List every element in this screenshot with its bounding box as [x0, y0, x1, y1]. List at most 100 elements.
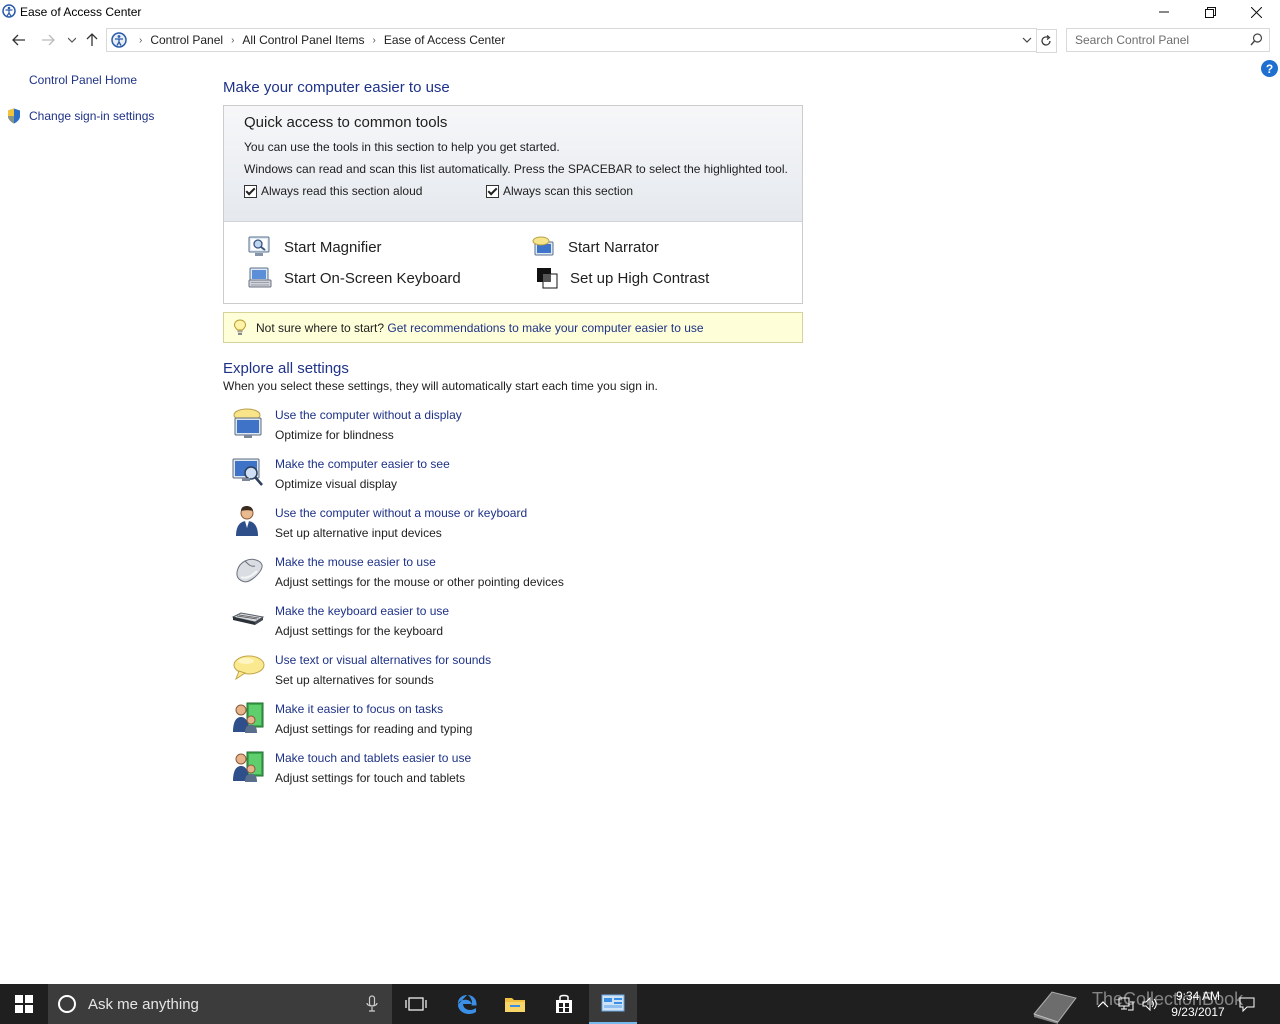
read-aloud-checkbox[interactable]: Always read this section aloud: [244, 184, 422, 198]
quick-access-title: Quick access to common tools: [244, 114, 448, 131]
settings-description: Adjust settings for reading and typing: [275, 722, 473, 736]
explore-heading: Explore all settings: [223, 360, 349, 377]
settings-description: Set up alternatives for sounds: [275, 673, 434, 687]
speech-bubble-icon: [233, 655, 265, 681]
close-icon: [1250, 6, 1262, 18]
restore-icon: [1204, 6, 1216, 18]
help-button[interactable]: ?: [1261, 60, 1278, 77]
chevron-down-icon[interactable]: [1022, 32, 1032, 48]
back-arrow-icon: [12, 34, 25, 46]
settings-link[interactable]: Make the keyboard easier to use: [275, 604, 449, 618]
control-panel-home-link[interactable]: Control Panel Home: [29, 73, 137, 87]
start-narrator-label: Start Narrator: [568, 238, 659, 256]
set-up-high-contrast-label: Set up High Contrast: [570, 269, 710, 287]
restore-button[interactable]: [1187, 0, 1233, 24]
start-on-screen-keyboard-button[interactable]: Start On-Screen Keyboard: [248, 267, 461, 289]
change-sign-in-settings-link[interactable]: Change sign-in settings: [29, 109, 154, 123]
minimize-icon: [1159, 11, 1169, 13]
monitor-speaker-icon: [233, 408, 262, 438]
close-button[interactable]: [1233, 0, 1279, 24]
minimize-button[interactable]: [1141, 0, 1187, 24]
list-item: Use text or visual alternatives for soun…: [231, 649, 831, 693]
settings-link[interactable]: Make the computer easier to see: [275, 457, 450, 471]
page-title: Make your computer easier to use: [223, 79, 450, 96]
clock-date: 9/23/2017: [1171, 1005, 1225, 1019]
address-bar[interactable]: › Control Panel › All Control Panel Item…: [106, 28, 1037, 52]
refresh-button[interactable]: [1036, 29, 1057, 53]
breadcrumb-separator-icon[interactable]: ›: [231, 35, 234, 46]
list-item: Use the computer without a display Optim…: [231, 404, 831, 448]
start-on-screen-keyboard-label: Start On-Screen Keyboard: [284, 269, 461, 287]
edge-browser-button[interactable]: [443, 984, 491, 1024]
magnifier-icon: [248, 236, 270, 256]
store-icon: [556, 994, 572, 1013]
settings-link[interactable]: Make the mouse easier to use: [275, 555, 436, 569]
settings-link[interactable]: Use the computer without a display: [275, 408, 462, 422]
microphone-icon[interactable]: [366, 995, 378, 1013]
start-magnifier-button[interactable]: Start Magnifier: [248, 236, 382, 258]
checkbox-checked-icon[interactable]: [486, 184, 499, 198]
breadcrumb-separator-icon[interactable]: ›: [139, 35, 142, 46]
list-item: Make the computer easier to see Optimize…: [231, 453, 831, 497]
search-icon[interactable]: [1250, 33, 1263, 46]
task-view-button[interactable]: [392, 984, 440, 1024]
scan-section-label: Always scan this section: [503, 184, 634, 198]
cortana-icon: [58, 995, 76, 1013]
windows-logo-icon: [15, 995, 33, 1013]
start-button[interactable]: [0, 984, 48, 1024]
list-item: Make it easier to focus on tasks Adjust …: [231, 698, 831, 742]
breadcrumb-control-panel[interactable]: Control Panel: [150, 33, 223, 47]
people-board-icon: [233, 702, 264, 733]
refresh-icon: [1041, 35, 1051, 46]
ease-of-access-icon: [111, 32, 127, 48]
people-board-icon: [233, 751, 264, 782]
recommendation-tip: Not sure where to start? Get recommendat…: [223, 312, 803, 343]
chevron-down-icon: [68, 37, 76, 43]
forward-button[interactable]: [38, 30, 58, 50]
breadcrumb-all-items[interactable]: All Control Panel Items: [242, 33, 364, 47]
settings-link[interactable]: Use the computer without a mouse or keyb…: [275, 506, 527, 520]
system-clock[interactable]: 9:34 AM 9/23/2017: [1160, 988, 1236, 1020]
settings-link[interactable]: Make touch and tablets easier to use: [275, 751, 471, 765]
breadcrumb-separator-icon[interactable]: ›: [372, 35, 375, 46]
monitor-magnifier-icon: [232, 458, 263, 486]
window-title: Ease of Access Center: [20, 5, 142, 19]
show-hidden-icons-button[interactable]: [1094, 984, 1112, 1024]
search-input[interactable]: [1073, 31, 1247, 49]
search-box[interactable]: [1066, 28, 1270, 52]
folder-icon: [505, 998, 525, 1012]
breadcrumb-ease-of-access[interactable]: Ease of Access Center: [384, 33, 505, 47]
start-narrator-button[interactable]: Start Narrator: [532, 236, 659, 258]
scan-section-checkbox[interactable]: Always scan this section: [486, 184, 633, 198]
cortana-search-box[interactable]: Ask me anything: [48, 984, 392, 1024]
breadcrumb: › Control Panel › All Control Panel Item…: [131, 33, 505, 47]
navigation-bar: › Control Panel › All Control Panel Item…: [0, 28, 1280, 53]
settings-description: Adjust settings for the keyboard: [275, 624, 444, 638]
get-recommendations-link[interactable]: Get recommendations to make your compute…: [387, 321, 703, 335]
set-up-high-contrast-button[interactable]: Set up High Contrast: [536, 267, 709, 289]
quick-access-header: Quick access to common tools You can use…: [224, 106, 802, 222]
recent-locations-button[interactable]: [62, 30, 82, 50]
volume-button[interactable]: [1140, 984, 1160, 1024]
list-item: Make touch and tablets easier to use Adj…: [231, 747, 831, 791]
task-view-icon: [405, 997, 427, 1011]
on-screen-keyboard-icon: [248, 267, 272, 288]
settings-link[interactable]: Use text or visual alternatives for soun…: [275, 653, 491, 667]
control-panel-taskbar-button[interactable]: [589, 984, 637, 1024]
network-button[interactable]: [1116, 984, 1136, 1024]
file-explorer-button[interactable]: [491, 984, 539, 1024]
checkbox-checked-icon[interactable]: [244, 184, 257, 198]
chevron-up-icon: [1097, 1001, 1109, 1008]
action-center-button[interactable]: [1236, 984, 1258, 1024]
back-button[interactable]: [9, 30, 29, 50]
title-bar: Ease of Access Center: [0, 0, 1280, 24]
mouse-icon: [236, 558, 263, 583]
up-button[interactable]: [82, 30, 102, 50]
book-logo-icon: [1033, 991, 1077, 1024]
network-icon: [1118, 997, 1134, 1011]
settings-link[interactable]: Make it easier to focus on tasks: [275, 702, 443, 716]
explore-description: When you select these settings, they wil…: [223, 379, 658, 393]
notification-icon: [1239, 997, 1255, 1012]
list-item: Make the mouse easier to use Adjust sett…: [231, 551, 831, 595]
store-button[interactable]: [540, 984, 588, 1024]
